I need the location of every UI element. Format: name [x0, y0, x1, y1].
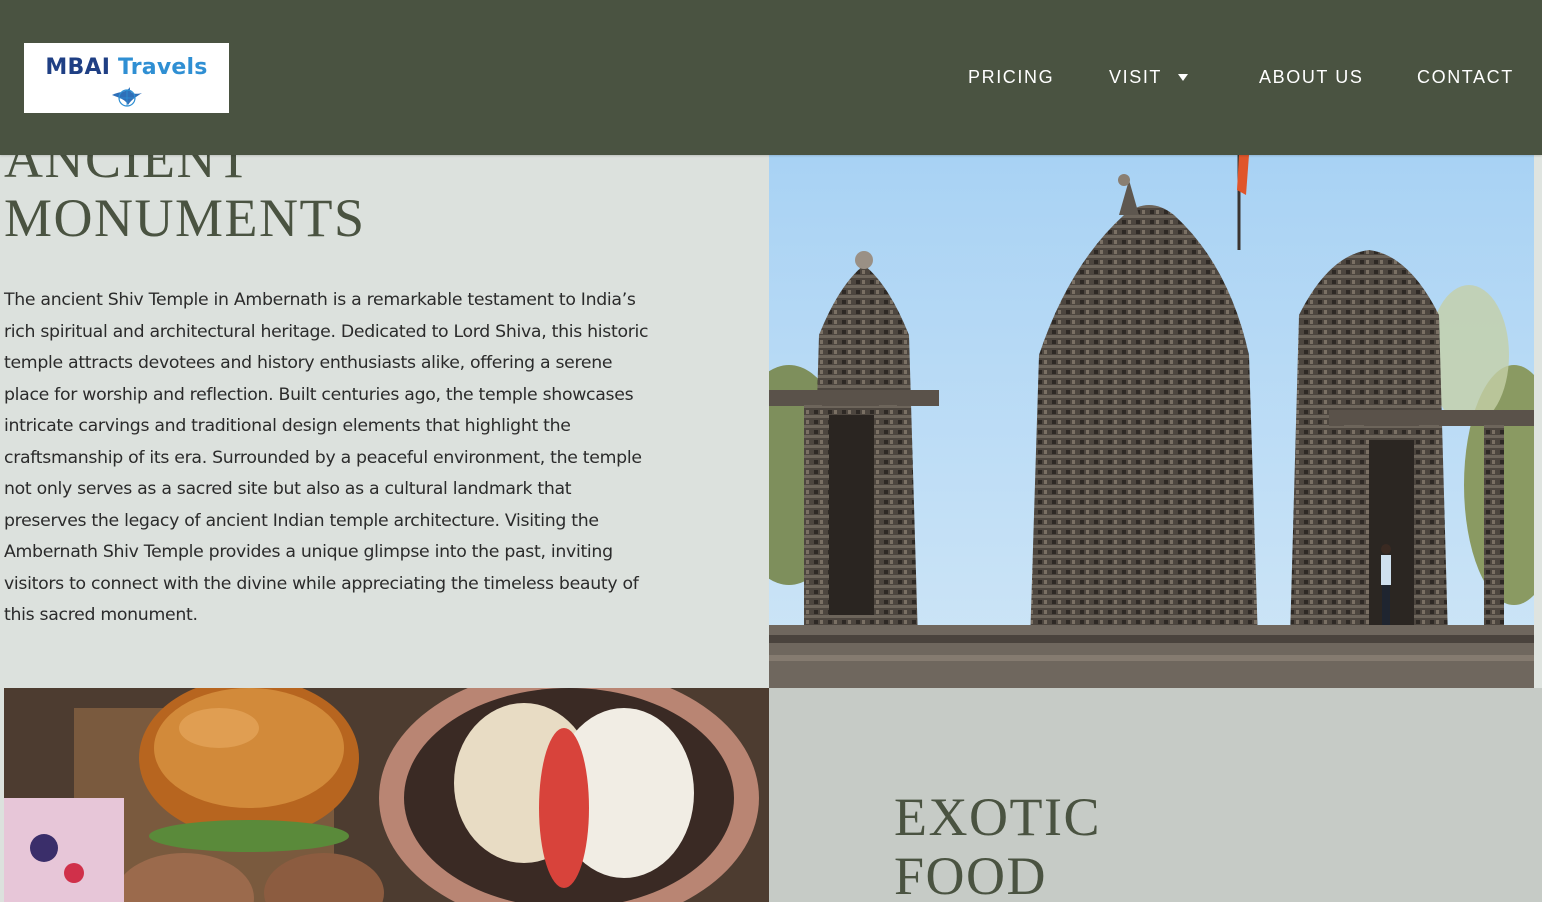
- site-header: MBAI Travels PRICING VISIT ABOUT US CONT…: [0, 0, 1542, 155]
- monuments-description: The ancient Shiv Temple in Ambernath is …: [4, 290, 649, 625]
- food-illustration: [4, 688, 769, 902]
- temple-illustration: [769, 155, 1534, 688]
- logo-bird-icon: [112, 87, 142, 107]
- logo-word-mbai: MBAI: [45, 55, 111, 80]
- chevron-down-icon[interactable]: [1177, 73, 1189, 82]
- page: MBAI Travels PRICING VISIT ABOUT US CONT…: [0, 0, 1542, 902]
- temple-photo: [769, 155, 1534, 688]
- food-section: [769, 688, 1542, 902]
- site-logo[interactable]: MBAI Travels: [24, 43, 229, 113]
- food-photo: [4, 688, 769, 902]
- logo-word-travels: Travels: [117, 55, 208, 80]
- nav-contact[interactable]: CONTACT: [1417, 66, 1514, 88]
- logo-text: MBAI Travels: [24, 55, 229, 80]
- food-heading: EXOTIC FOOD: [894, 787, 1101, 902]
- nav-about-us[interactable]: ABOUT US: [1259, 66, 1364, 88]
- nav-visit[interactable]: VISIT: [1109, 66, 1162, 88]
- nav-pricing[interactable]: PRICING: [968, 66, 1054, 88]
